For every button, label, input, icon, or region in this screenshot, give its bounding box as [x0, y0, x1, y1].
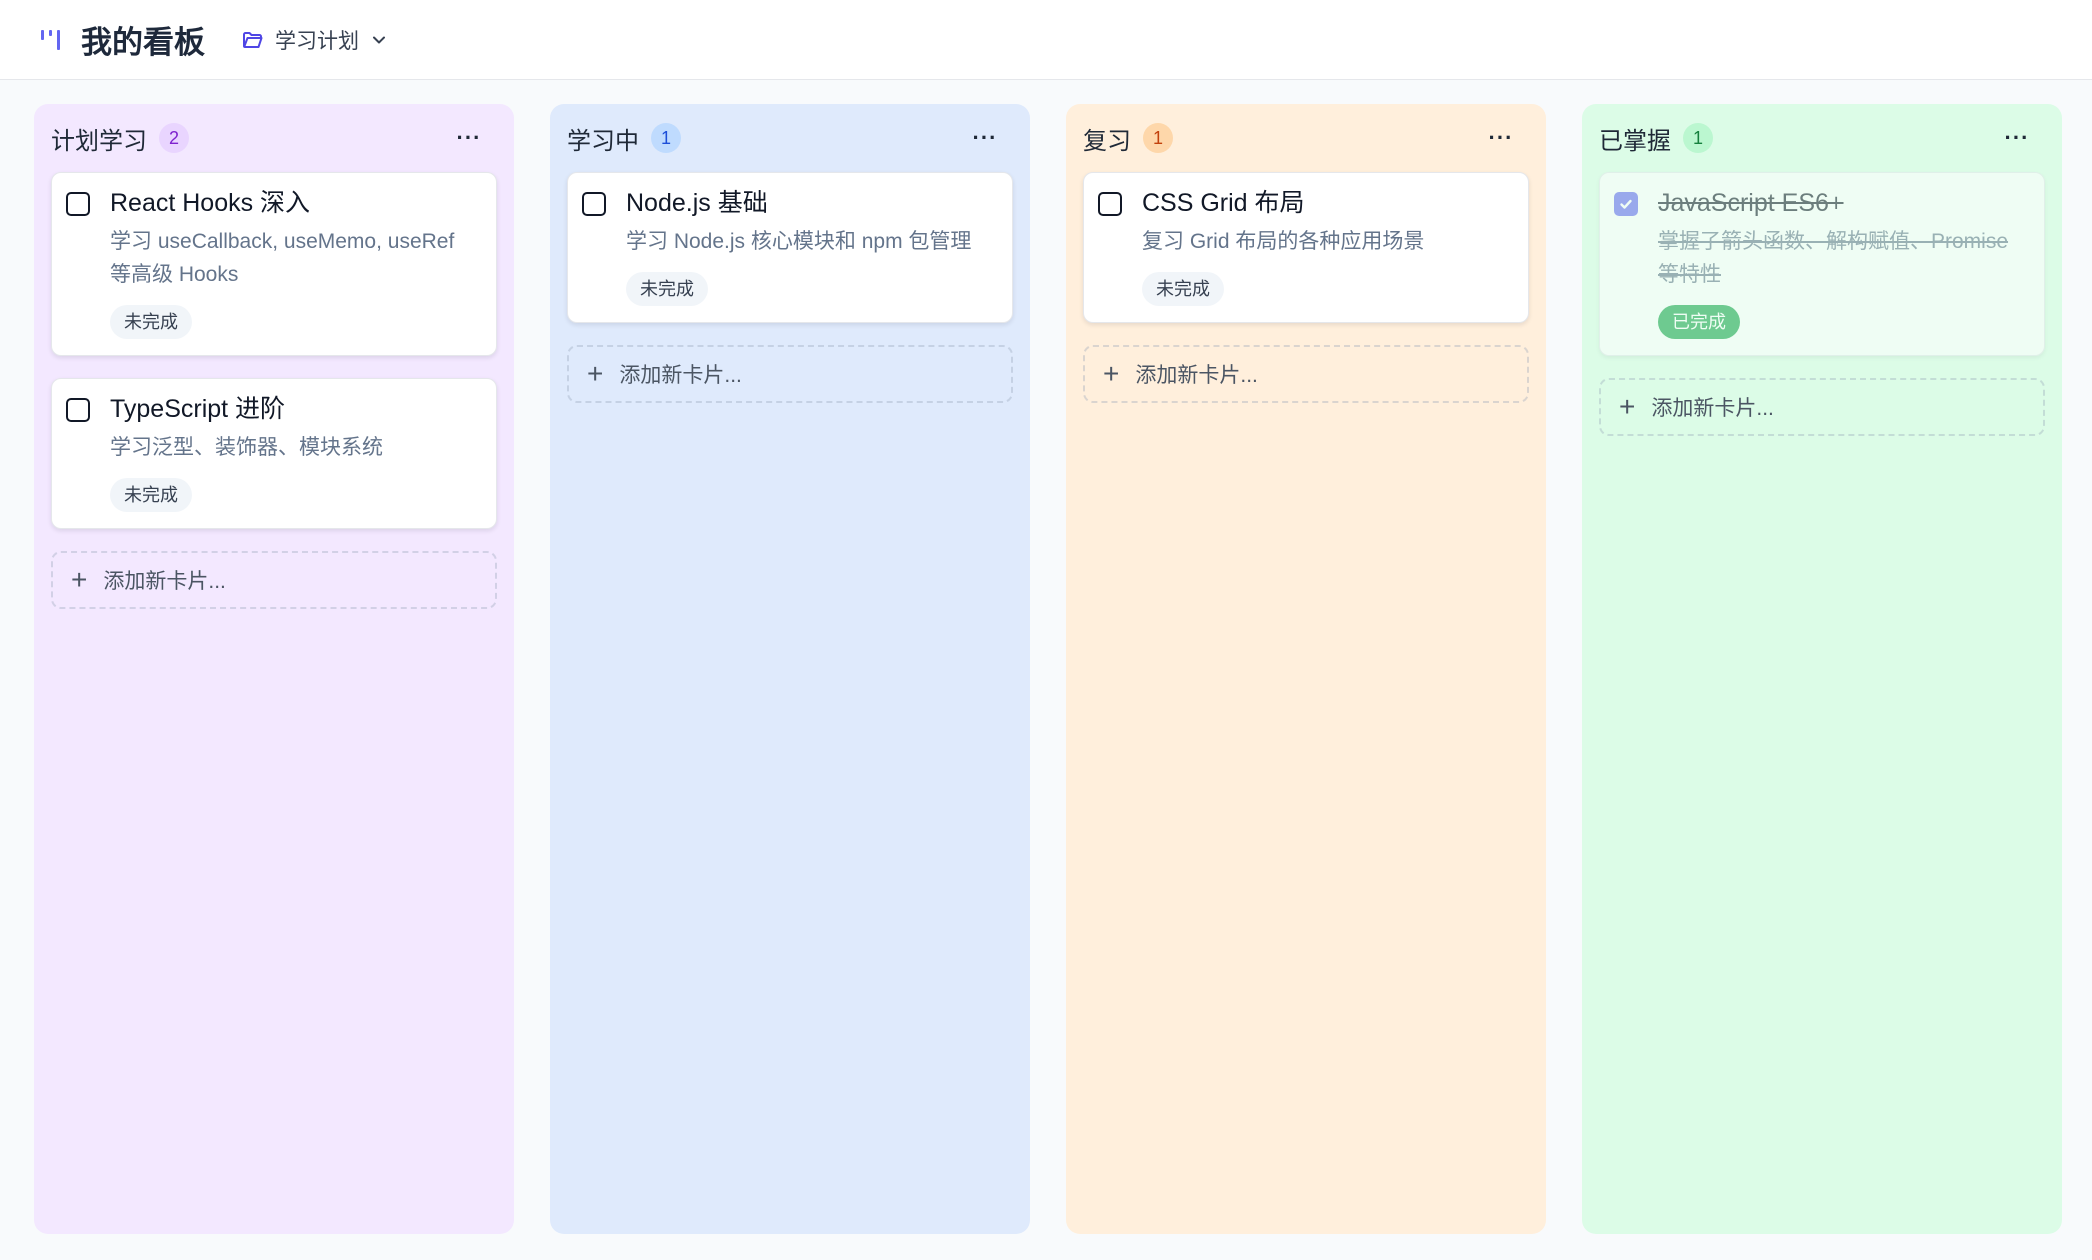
- column-title: 复习: [1083, 127, 1131, 155]
- column-header: 已掌握 1 ···: [1599, 104, 2045, 172]
- task-card[interactable]: React Hooks 深入学习 useCallback, useMemo, u…: [51, 172, 497, 356]
- column-1: 学习中 1 ··· Node.js 基础学习 Node.js 核心模块和 npm 包管…: [550, 104, 1030, 1234]
- card-description: 学习 useCallback, useMemo, useRef 等高级 Hook…: [110, 230, 455, 286]
- kanban-logo-icon: [37, 26, 65, 54]
- count-badge: 1: [1143, 123, 1173, 153]
- count-badge: 2: [159, 123, 189, 153]
- plus-icon: +: [1619, 391, 1636, 422]
- task-checkbox[interactable]: [1614, 192, 1638, 216]
- add-card-button[interactable]: + 添加新卡片...: [51, 551, 497, 609]
- board-name: 学习计划: [275, 29, 359, 53]
- more-options-icon[interactable]: ···: [1481, 122, 1521, 154]
- column-header: 学习中 1 ···: [567, 104, 1013, 172]
- add-card-label: 添加新卡片...: [103, 570, 226, 593]
- plus-icon: +: [1103, 358, 1120, 389]
- card-description: 掌握了箭头函数、解构赋值、Promise 等特性: [1658, 230, 2009, 286]
- app-header: 我的看板 学习计划: [0, 0, 2092, 80]
- status-badge: 已完成: [1658, 305, 1740, 339]
- card-title: React Hooks 深入: [110, 189, 311, 217]
- card-title: CSS Grid 布局: [1142, 189, 1305, 217]
- card-description: 学习泛型、装饰器、模块系统: [110, 436, 383, 459]
- kanban-board: 计划学习 2 ··· React Hooks 深入学习 useCallback, us…: [34, 104, 2062, 1234]
- add-card-label: 添加新卡片...: [619, 364, 742, 387]
- column-0: 计划学习 2 ··· React Hooks 深入学习 useCallback, us…: [34, 104, 514, 1234]
- card-title: TypeScript 进阶: [110, 395, 286, 423]
- task-checkbox[interactable]: [582, 192, 606, 216]
- folder-icon: [241, 28, 265, 52]
- add-card-button[interactable]: + 添加新卡片...: [567, 345, 1013, 403]
- task-card[interactable]: JavaScript ES6+ 掌握了箭头函数、解构赋值、Promise 等特性已…: [1599, 172, 2045, 356]
- add-card-label: 添加新卡片...: [1135, 364, 1258, 387]
- add-card-button[interactable]: + 添加新卡片...: [1599, 378, 2045, 436]
- card-description: 复习 Grid 布局的各种应用场景: [1142, 230, 1425, 253]
- column-3: 已掌握 1 ··· JavaScript ES6+ 掌握了箭头函数、解构赋值、Promi…: [1582, 104, 2062, 1234]
- task-card[interactable]: Node.js 基础学习 Node.js 核心模块和 npm 包管理未完成: [567, 172, 1013, 323]
- column-header: 计划学习 2 ···: [51, 104, 497, 172]
- count-badge: 1: [651, 123, 681, 153]
- add-card-label: 添加新卡片...: [1651, 397, 1774, 420]
- app-title: 我的看板: [81, 25, 205, 60]
- status-badge: 未完成: [110, 305, 192, 339]
- plus-icon: +: [587, 358, 604, 389]
- column-title: 学习中: [567, 127, 639, 155]
- status-badge: 未完成: [1142, 272, 1224, 306]
- card-description: 学习 Node.js 核心模块和 npm 包管理: [626, 230, 972, 253]
- column-2: 复习 1 ··· CSS Grid 布局复习 Grid 布局的各种应用场景未完成 + 添加…: [1066, 104, 1546, 1234]
- more-options-icon[interactable]: ···: [1997, 122, 2037, 154]
- card-title: Node.js 基础: [626, 189, 768, 217]
- status-badge: 未完成: [110, 478, 192, 512]
- plus-icon: +: [71, 564, 88, 595]
- column-title: 计划学习: [51, 127, 147, 155]
- task-card[interactable]: CSS Grid 布局复习 Grid 布局的各种应用场景未完成: [1083, 172, 1529, 323]
- card-title: JavaScript ES6+: [1658, 189, 1844, 217]
- task-checkbox[interactable]: [66, 192, 90, 216]
- task-checkbox[interactable]: [1098, 192, 1122, 216]
- column-title: 已掌握: [1599, 127, 1671, 155]
- count-badge: 1: [1683, 123, 1713, 153]
- board-switcher[interactable]: 学习计划: [241, 25, 389, 55]
- more-options-icon[interactable]: ···: [965, 122, 1005, 154]
- task-card[interactable]: TypeScript 进阶学习泛型、装饰器、模块系统未完成: [51, 378, 497, 529]
- column-header: 复习 1 ···: [1083, 104, 1529, 172]
- more-options-icon[interactable]: ···: [449, 122, 489, 154]
- task-checkbox[interactable]: [66, 398, 90, 422]
- status-badge: 未完成: [626, 272, 708, 306]
- chevron-down-icon: [369, 30, 389, 50]
- add-card-button[interactable]: + 添加新卡片...: [1083, 345, 1529, 403]
